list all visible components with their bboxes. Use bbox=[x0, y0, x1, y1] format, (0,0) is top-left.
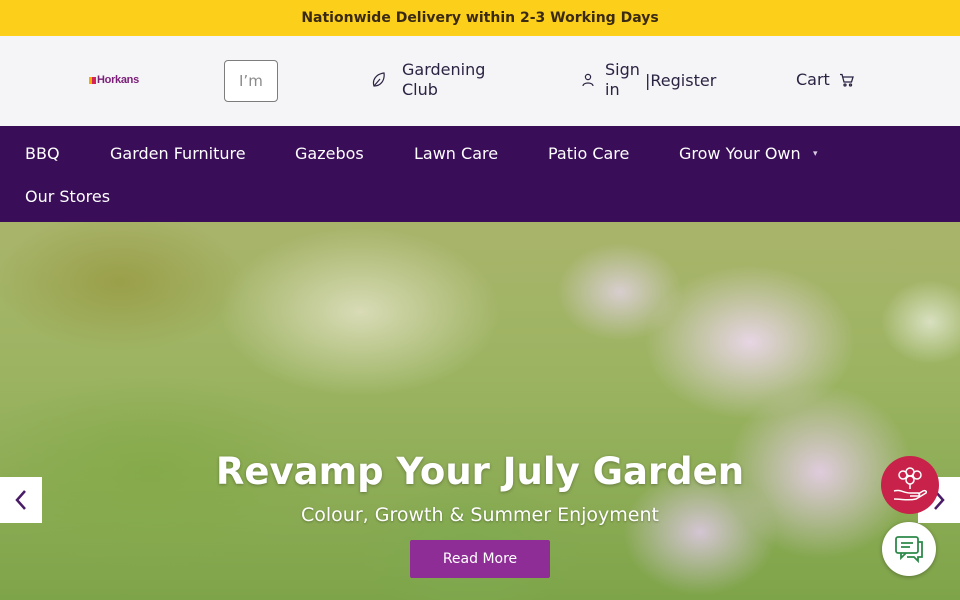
chat-button[interactable] bbox=[882, 522, 936, 576]
carousel-prev-button[interactable] bbox=[0, 477, 42, 523]
read-more-button[interactable]: Read More bbox=[410, 540, 550, 578]
chat-icon bbox=[895, 536, 923, 564]
chevron-down-icon[interactable]: ▾ bbox=[813, 149, 818, 159]
nav-item-patio-care[interactable]: Patio Care bbox=[548, 144, 629, 163]
promo-bar: Nationwide Delivery within 2-3 Working D… bbox=[0, 0, 960, 36]
user-icon bbox=[582, 73, 594, 87]
gardening-club-label: Gardening Club bbox=[402, 60, 486, 99]
site-logo[interactable]: Horkans bbox=[89, 73, 139, 87]
logo-text: Horkans bbox=[97, 74, 139, 86]
rewards-icon bbox=[893, 467, 927, 501]
register-link[interactable]: Register bbox=[650, 71, 716, 90]
main-nav: BBQ Garden Furniture Gazebos Lawn Care P… bbox=[0, 126, 960, 222]
hero-subtitle: Colour, Growth & Summer Enjoyment bbox=[301, 504, 659, 526]
promo-text: Nationwide Delivery within 2-3 Working D… bbox=[301, 10, 659, 26]
cart-link[interactable]: Cart bbox=[796, 70, 854, 89]
rewards-button[interactable] bbox=[881, 456, 939, 514]
leaf-icon bbox=[372, 72, 385, 87]
nav-item-our-stores[interactable]: Our Stores bbox=[25, 187, 110, 206]
search-input[interactable]: I’m bbox=[224, 60, 278, 102]
nav-item-gazebos[interactable]: Gazebos bbox=[295, 144, 364, 163]
logo-mark bbox=[89, 76, 96, 84]
chevron-left-icon bbox=[15, 490, 26, 510]
site-header: Horkans I’m Gardening Club Sign in | Reg… bbox=[0, 36, 960, 126]
nav-item-lawn-care[interactable]: Lawn Care bbox=[414, 144, 498, 163]
hero-title: Revamp Your July Garden bbox=[215, 450, 745, 493]
search-placeholder: I’m bbox=[239, 72, 263, 90]
account-links: Sign in | Register bbox=[582, 60, 716, 100]
nav-item-bbq[interactable]: BBQ bbox=[25, 144, 60, 163]
nav-item-grow-your-own[interactable]: Grow Your Own bbox=[679, 144, 801, 163]
nav-item-garden-furniture[interactable]: Garden Furniture bbox=[110, 144, 246, 163]
sign-in-link[interactable]: Sign in bbox=[605, 60, 645, 100]
cart-label: Cart bbox=[796, 70, 830, 89]
cart-icon bbox=[839, 73, 854, 87]
gardening-club-link[interactable]: Gardening Club bbox=[370, 60, 502, 100]
hero-banner: Revamp Your July Garden Colour, Growth &… bbox=[0, 222, 960, 600]
